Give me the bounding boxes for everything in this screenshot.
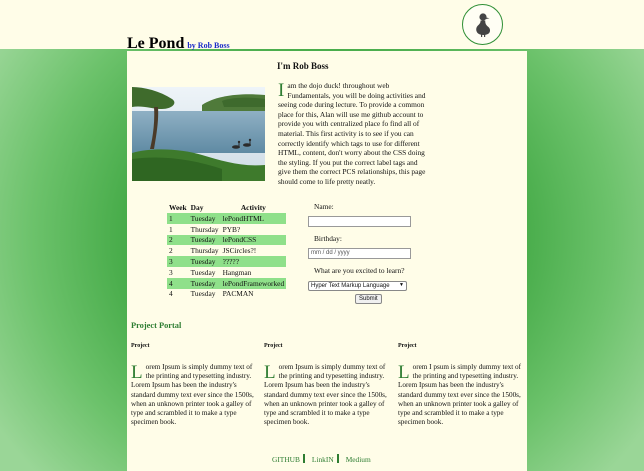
birthday-label: Birthday: (314, 234, 342, 243)
project-dropcap: L (398, 362, 410, 383)
cell-day: Tuesday (188, 256, 221, 267)
cell-activity: lePondFrameworked (220, 277, 287, 289)
cell-day: Thursday (190, 224, 219, 234)
project-card-1: Project Lorem Ipsum is simply dummy text… (131, 343, 259, 427)
cell-week: 4 (167, 277, 189, 289)
cell-day: Tuesday (188, 277, 221, 289)
project-title: Project (131, 343, 150, 349)
site-title-text: Le Pond (127, 35, 185, 52)
table-row: 1 Tuesday lePondHTML (167, 213, 287, 224)
project-title: Project (398, 343, 417, 349)
birthday-input[interactable]: mm / dd / yyyy (308, 248, 411, 259)
table-row: 1 Thursday PYB? (167, 224, 286, 235)
excited-label: What are you excited to learn? (314, 266, 405, 275)
footer-links: GITHUB LinkIN Medium (272, 454, 371, 464)
cell-activity: Hangman (222, 267, 252, 277)
intro-paragraph: Iam the dojo duck! throughout web Fundam… (278, 81, 427, 187)
chevron-down-icon: ▼ (399, 282, 404, 288)
cell-day: Tuesday (190, 267, 216, 277)
cell-day: Tuesday (188, 213, 221, 224)
duck-logo[interactable] (462, 4, 503, 45)
project-title: Project (264, 343, 283, 349)
byline-link[interactable]: by Rob Boss (187, 41, 229, 50)
intro-dropcap: I (278, 80, 285, 101)
schedule-header-day: Day (190, 203, 204, 212)
project-dropcap: L (264, 362, 276, 383)
cell-week: 1 (169, 224, 173, 234)
project-text: Lorem Ipsum is simply dummy text of the … (264, 363, 392, 427)
cell-day: Tuesday (190, 289, 216, 299)
cell-activity: lePondCSS (220, 234, 287, 246)
table-row: 3 Tuesday ????? (167, 256, 287, 267)
schedule-table: Week Day Activity 1 Tuesday lePondHTML 1… (167, 202, 287, 300)
topic-select[interactable]: Hyper Text Markup Language ▼ (308, 281, 407, 291)
project-body: orem I psum is simply dummy text of the … (398, 363, 522, 427)
cell-day: Tuesday (188, 234, 221, 246)
top-bar (0, 0, 644, 49)
schedule-header-row: Week Day Activity (167, 202, 286, 213)
cell-week: 3 (167, 256, 189, 267)
schedule-header-activity: Activity (240, 203, 266, 212)
intro-text: am the dojo duck! throughout web Fundame… (278, 81, 426, 186)
project-card-2: Project Lorem Ipsum is simply dummy text… (264, 343, 392, 427)
cell-activity: ????? (220, 256, 287, 267)
project-card-3: Project Lorem I psum is simply dummy tex… (398, 343, 526, 427)
footer-link-medium[interactable]: Medium (346, 455, 371, 464)
table-row: 3 Tuesday Hangman (167, 267, 286, 278)
submit-button[interactable]: Submit (355, 294, 382, 304)
cell-activity: lePondHTML (220, 213, 287, 224)
intro-heading: I'm Rob Boss (277, 61, 329, 71)
cell-week: 3 (169, 267, 173, 277)
cell-day: Thursday (190, 246, 219, 256)
project-dropcap: L (131, 362, 143, 383)
project-text: Lorem I psum is simply dummy text of the… (398, 363, 526, 427)
main-content: I'm Rob Boss Iam the dojo duck! througho… (127, 51, 527, 471)
table-row: 2 Thursday JSCircles?! (167, 245, 286, 256)
project-body: orem Ipsum is simply dummy text of the p… (264, 363, 387, 427)
topic-select-value: Hyper Text Markup Language (311, 283, 390, 289)
portal-title: Project Portal (131, 321, 182, 330)
name-label: Name: (314, 202, 334, 211)
cell-week: 2 (167, 234, 189, 246)
table-row: 4 Tuesday lePondFrameworked (167, 277, 287, 289)
schedule-header-week: Week (169, 203, 187, 212)
footer-divider (302, 454, 305, 463)
lake-photo (132, 87, 265, 181)
footer-link-github[interactable]: GITHUB (272, 455, 300, 464)
duck-icon (475, 12, 490, 37)
cell-activity: JSCircles?! (222, 246, 257, 256)
table-row: 4 Tuesday PACMAN (167, 289, 286, 300)
cell-week: 2 (169, 246, 173, 256)
cell-week: 4 (169, 289, 173, 299)
cell-activity: PYB? (222, 224, 241, 234)
footer-divider (336, 454, 339, 463)
project-text: Lorem Ipsum is simply dummy text of the … (131, 363, 259, 427)
cell-activity: PACMAN (222, 289, 254, 299)
table-row: 2 Tuesday lePondCSS (167, 234, 287, 246)
cell-week: 1 (167, 213, 189, 224)
project-body: orem Ipsum is simply dummy text of the p… (131, 363, 254, 427)
footer-link-linkedin[interactable]: LinkIN (312, 455, 334, 464)
name-input[interactable] (308, 216, 411, 227)
